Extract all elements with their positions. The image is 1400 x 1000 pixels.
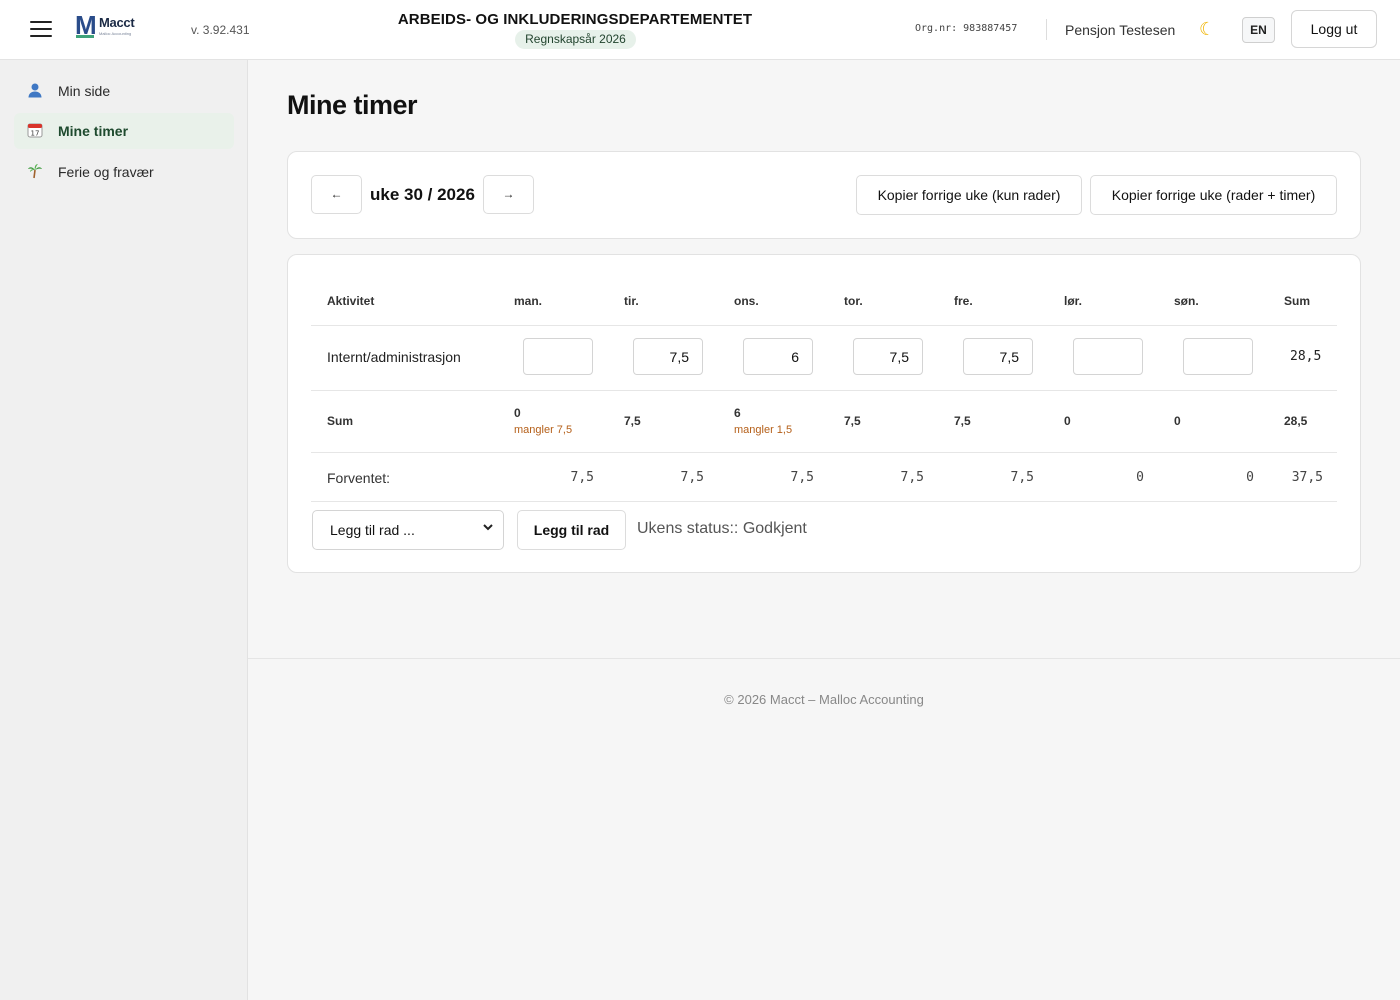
expected-value-total: 37,5 [1291, 470, 1323, 485]
app-version: v. 3.92.431 [191, 23, 250, 37]
activity-row-sum: 28,5 [1290, 349, 1322, 364]
palm-tree-icon [25, 163, 45, 183]
header-divider [1046, 19, 1047, 40]
timesheet-card: Aktivitet man. tir. ons. tor. fre. lør. … [287, 254, 1361, 573]
column-header-tir: tir. [624, 294, 639, 308]
add-row-button[interactable]: Legg til rad [517, 510, 626, 550]
sidebar-item-label: Mine timer [58, 123, 129, 139]
sum-value-ons: 6 [734, 406, 741, 420]
hours-input-son[interactable] [1183, 338, 1253, 375]
missing-hours-man: mangler 7,5 [514, 424, 573, 436]
column-header-lor: lør. [1064, 294, 1083, 308]
hours-input-fre[interactable] [963, 338, 1033, 375]
previous-week-button[interactable]: ← [311, 175, 362, 214]
sum-value-tor: 7,5 [844, 414, 861, 428]
moon-icon[interactable]: ☾ [1199, 19, 1215, 40]
expected-value-man: 7,5 [570, 470, 594, 485]
user-icon [25, 82, 45, 102]
week-status: Ukens status:: Godkjent [637, 520, 807, 537]
sidebar: Min side 17 Mine timer Ferie og fravær [0, 60, 248, 1000]
missing-hours-ons: mangler 1,5 [734, 424, 793, 436]
sidebar-item-min-side[interactable]: Min side [14, 73, 234, 109]
expected-value-tor: 7,5 [900, 470, 924, 485]
hours-input-lor[interactable] [1073, 338, 1143, 375]
svg-text:17: 17 [31, 130, 40, 138]
sum-value-man: 0 [514, 406, 521, 420]
organization-title: ARBEIDS- OG INKLUDERINGSDEPARTEMENTET [397, 11, 753, 28]
column-header-tor: tor. [844, 294, 863, 308]
column-header-fre: fre. [954, 294, 973, 308]
calendar-icon: 17 [25, 122, 45, 142]
expected-value-son: 0 [1246, 470, 1254, 485]
week-navigation-card: ← uke 30 / 2026 → Kopier forrige uke (ku… [287, 151, 1361, 239]
hours-input-man[interactable] [523, 338, 593, 375]
row-divider [311, 452, 1337, 453]
hours-input-ons[interactable] [743, 338, 813, 375]
add-row-select[interactable]: Legg til rad ... [312, 510, 504, 550]
column-header-sum: Sum [1284, 294, 1311, 308]
sum-value-son: 0 [1174, 414, 1181, 428]
column-header-ons: ons. [734, 294, 759, 308]
fiscal-year-badge: Regnskapsår 2026 [515, 30, 636, 49]
expected-row-label: Forventet: [327, 470, 391, 486]
footer-copyright: © 2026 Macct – Malloc Accounting [724, 692, 924, 707]
expected-value-fre: 7,5 [1010, 470, 1034, 485]
top-header: M Macct Malloc Accounting v. 3.92.431 AR… [0, 0, 1400, 60]
sidebar-item-label: Ferie og fravær [58, 164, 154, 180]
expected-value-tir: 7,5 [680, 470, 704, 485]
next-week-button[interactable]: → [483, 175, 534, 214]
copy-previous-week-rows-button[interactable]: Kopier forrige uke (kun rader) [856, 175, 1082, 215]
sum-value-tir: 7,5 [624, 414, 641, 428]
row-divider [311, 390, 1337, 391]
add-row-select-value: Legg til rad ... [330, 522, 415, 538]
language-toggle-button[interactable]: EN [1242, 17, 1275, 43]
sum-row-label: Sum [327, 414, 354, 428]
sidebar-item-label: Min side [58, 83, 111, 99]
app-logo[interactable]: M Macct Malloc Accounting [75, 11, 145, 43]
org-number: Org.nr: 983887457 [915, 23, 1018, 34]
logo-subtitle: Malloc Accounting [99, 31, 132, 36]
hours-input-tir[interactable] [633, 338, 703, 375]
activity-name: Internt/administrasjon [327, 349, 461, 365]
sum-value-total: 28,5 [1284, 414, 1308, 428]
hamburger-menu-icon[interactable] [30, 21, 52, 39]
hours-input-tor[interactable] [853, 338, 923, 375]
page-title: Mine timer [287, 90, 418, 120]
expected-value-ons: 7,5 [790, 470, 814, 485]
user-name: Pensjon Testesen [1065, 22, 1176, 38]
week-label: uke 30 / 2026 [370, 185, 475, 204]
logo-name: Macct [99, 15, 135, 30]
logout-button[interactable]: Logg ut [1291, 10, 1377, 48]
column-header-son: søn. [1174, 294, 1199, 308]
column-header-aktivitet: Aktivitet [327, 294, 375, 308]
copy-previous-week-rows-hours-button[interactable]: Kopier forrige uke (rader + timer) [1090, 175, 1337, 215]
footer-divider [248, 658, 1400, 659]
sum-value-fre: 7,5 [954, 414, 971, 428]
expected-value-lor: 0 [1136, 470, 1144, 485]
chevron-down-icon [482, 521, 494, 536]
sum-value-lor: 0 [1064, 414, 1071, 428]
sidebar-item-mine-timer[interactable]: 17 Mine timer [14, 113, 234, 149]
column-header-man: man. [514, 294, 543, 308]
row-divider [311, 501, 1337, 502]
sidebar-item-ferie-og-fravaer[interactable]: Ferie og fravær [14, 154, 234, 190]
header-divider [311, 325, 1337, 326]
